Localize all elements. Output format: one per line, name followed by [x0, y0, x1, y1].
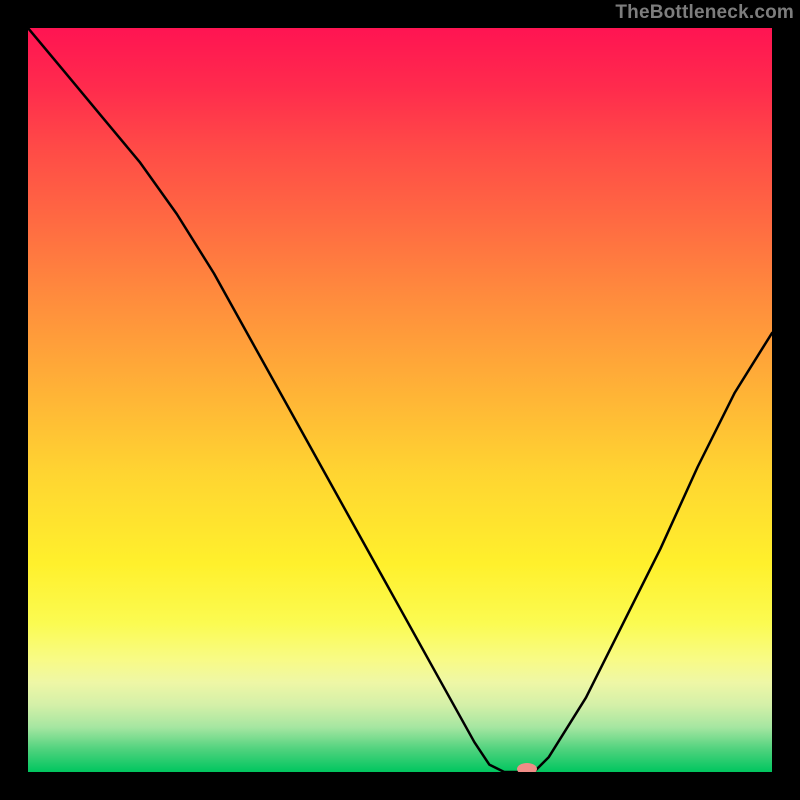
watermark-text: TheBottleneck.com [615, 2, 794, 24]
chart-svg [28, 28, 772, 772]
optimal-point-marker [517, 763, 537, 772]
bottleneck-curve [28, 28, 772, 772]
chart-frame: TheBottleneck.com [0, 0, 800, 800]
